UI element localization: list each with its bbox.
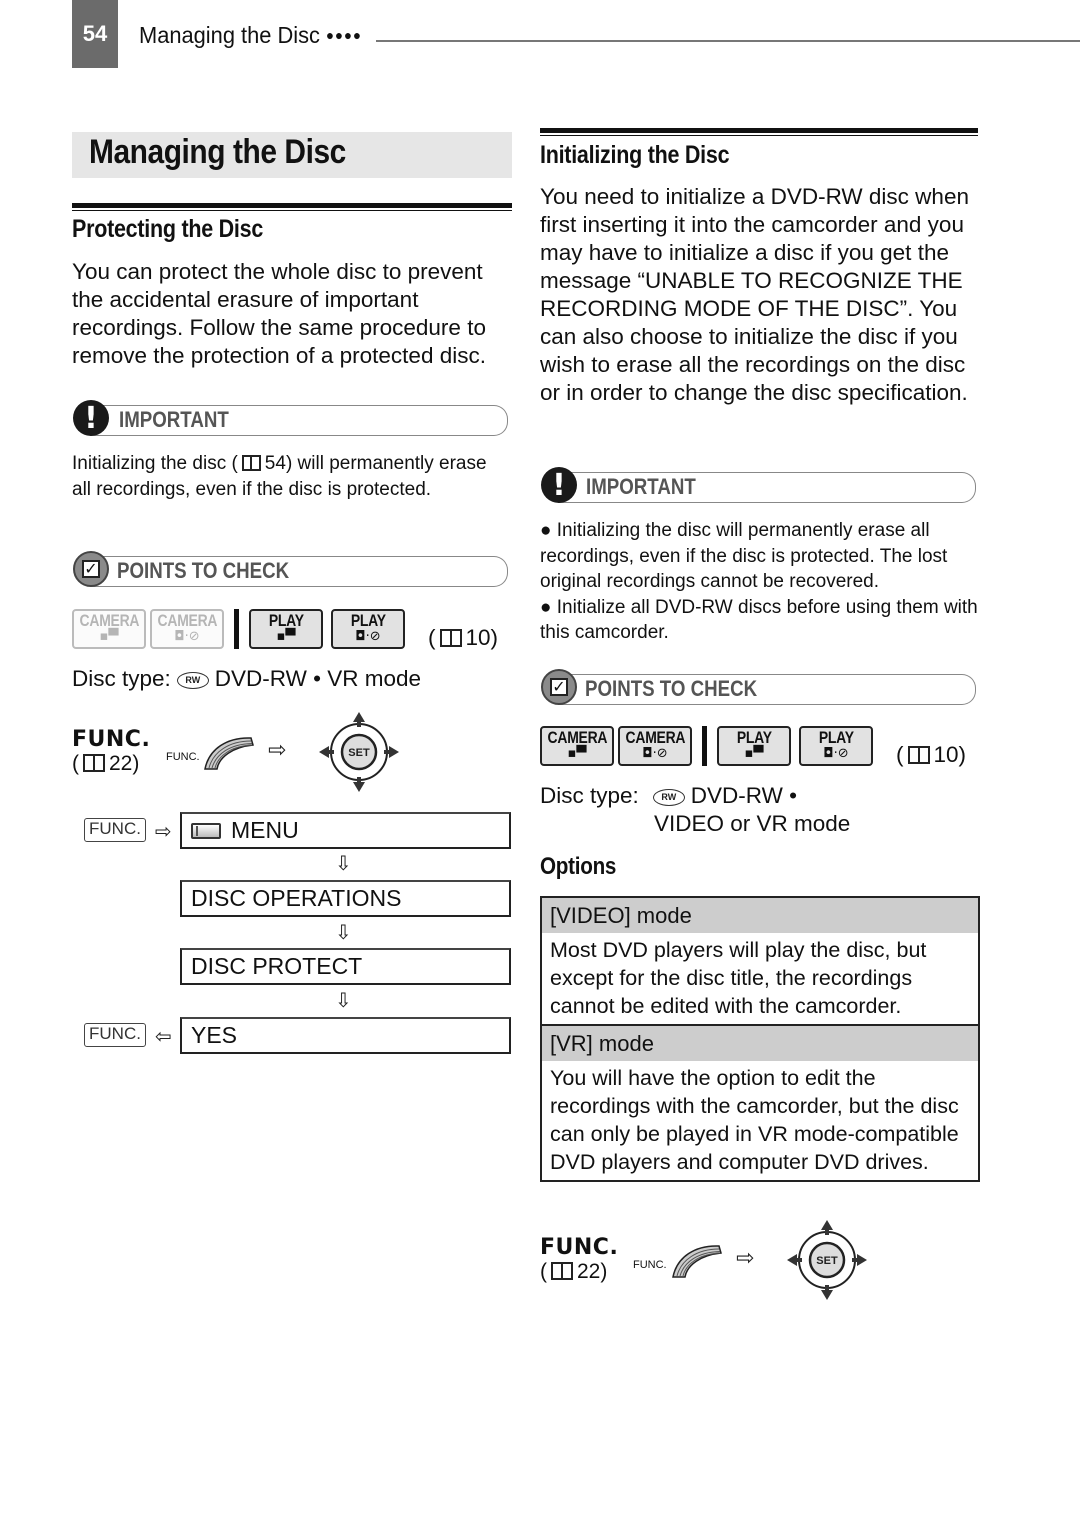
page-ref[interactable]: 54 xyxy=(265,453,286,474)
movie-camera-icon: ▪▀ xyxy=(567,746,587,761)
func-label: FUNC. xyxy=(72,727,151,752)
dvd-rw-icon: RW xyxy=(652,789,685,806)
protect-body: You can protect the whole disc to preven… xyxy=(72,259,486,368)
option-description: Most DVD players will play the disc, but… xyxy=(550,938,927,1018)
menu-step-menu[interactable]: MENU xyxy=(180,812,511,849)
mode-camera-movie: CAMERA ▪▀ xyxy=(540,726,614,766)
points-to-check-label: POINTS TO CHECK xyxy=(117,558,290,583)
func-page-ref[interactable]: (22) xyxy=(540,1260,607,1284)
mode-page-ref[interactable]: (10) xyxy=(428,625,498,651)
running-header: Managing the Disc ●●●● xyxy=(139,22,362,49)
mode-play-movie: PLAY ▪▀ xyxy=(717,726,791,766)
checkbox-icon: ✓ xyxy=(73,551,109,587)
left-arrow-icon: ⇦ xyxy=(155,1024,172,1048)
option-description: You will have the option to edit the rec… xyxy=(550,1066,959,1174)
down-arrow-icon: ⇩ xyxy=(335,988,352,1012)
exclamation-icon: ! xyxy=(541,467,577,503)
mode-selector: CAMERA ▪▀ CAMERA ◘·⊘ PLAY ▪▀ PLAY ◘·⊘ xyxy=(540,726,873,766)
mode-play-movie: PLAY ▪▀ xyxy=(249,609,323,649)
func-label: FUNC. xyxy=(540,1235,619,1260)
section-rule xyxy=(72,203,512,211)
bullet-item: ● Initialize all DVD-RW discs before usi… xyxy=(540,596,978,644)
book-icon xyxy=(439,629,462,647)
mode-selector: CAMERA ▪▀ CAMERA ◘·⊘ PLAY ▪▀ PLAY ◘·⊘ xyxy=(72,609,405,649)
mode-play-photo: PLAY ◘·⊘ xyxy=(799,726,873,766)
mode-camera-movie: CAMERA ▪▀ xyxy=(72,609,146,649)
exclamation-icon: ! xyxy=(73,400,109,436)
right-arrow-icon: ⇨ xyxy=(268,738,287,763)
initialize-body: You need to initialize a DVD-RW disc whe… xyxy=(540,184,969,405)
running-dots: ●●●● xyxy=(326,27,362,43)
disc-type-line2: VIDEO or VR mode xyxy=(654,811,851,836)
right-arrow-icon: ⇨ xyxy=(736,1246,755,1271)
down-arrow-icon: ⇩ xyxy=(335,851,352,875)
func-page-ref[interactable]: (22) xyxy=(72,752,139,776)
mode-separator xyxy=(234,609,239,649)
menu-step-disc-protect[interactable]: DISC PROTECT xyxy=(180,948,511,985)
set-label: SET xyxy=(816,1255,838,1267)
func-button-icon xyxy=(672,1245,722,1278)
right-arrow-icon: ⇨ xyxy=(155,819,172,843)
mode-play-photo: PLAY ◘·⊘ xyxy=(331,609,405,649)
book-icon xyxy=(907,746,930,764)
func-button-label: FUNC. xyxy=(633,1259,667,1271)
mode-camera-photo: CAMERA ◘·⊘ xyxy=(150,609,224,649)
important-label: IMPORTANT xyxy=(586,474,696,499)
option-name: [VIDEO] mode xyxy=(542,898,978,933)
important-bullets: ● Initializing the disc will permanently… xyxy=(540,518,980,646)
mode-page-ref[interactable]: (10) xyxy=(896,742,966,768)
bullet-icon: ● xyxy=(540,596,557,618)
section-heading-protect: Protecting the Disc xyxy=(72,215,264,243)
running-title: Managing the Disc xyxy=(139,22,320,48)
book-icon xyxy=(83,754,105,772)
movie-camera-icon: ▪▀ xyxy=(744,746,764,761)
points-to-check-label: POINTS TO CHECK xyxy=(585,676,758,701)
important-text: Initializing the disc (54) will permanen… xyxy=(72,453,487,500)
down-arrow-icon: ⇩ xyxy=(335,920,352,944)
menu-step-yes[interactable]: YES xyxy=(180,1017,511,1054)
photo-disc-icon: ◘·⊘ xyxy=(823,746,849,761)
func-button-label: FUNC. xyxy=(166,751,200,763)
page-title: Managing the Disc xyxy=(89,133,346,171)
func-button-icon xyxy=(204,737,254,770)
checkbox-icon: ✓ xyxy=(541,669,577,705)
option-name: [VR] mode xyxy=(542,1024,978,1061)
joystick-set-icon: SET xyxy=(319,712,399,792)
disc-type: Disc type: RW DVD-RW • VR mode xyxy=(72,666,422,691)
func-key[interactable]: FUNC. xyxy=(84,1023,146,1047)
book-icon xyxy=(241,455,261,471)
photo-disc-icon: ◘·⊘ xyxy=(355,629,381,644)
set-label: SET xyxy=(348,747,370,759)
section-rule xyxy=(540,128,978,136)
options-heading: Options xyxy=(540,853,617,880)
important-label: IMPORTANT xyxy=(119,407,229,432)
dvd-rw-icon: RW xyxy=(176,672,209,689)
book-icon xyxy=(551,1262,573,1280)
menu-icon xyxy=(191,823,221,839)
menu-step-disc-operations[interactable]: DISC OPERATIONS xyxy=(180,880,511,917)
section-heading-initialize: Initializing the Disc xyxy=(540,141,730,169)
movie-camera-icon: ▪▀ xyxy=(276,629,296,644)
movie-camera-icon: ▪▀ xyxy=(99,629,119,644)
joystick-set-icon: SET xyxy=(787,1220,867,1300)
disc-type: Disc type: RW DVD-RW • xyxy=(540,783,797,808)
mode-camera-photo: CAMERA ◘·⊘ xyxy=(618,726,692,766)
func-key[interactable]: FUNC. xyxy=(84,818,146,842)
page-number: 54 xyxy=(72,0,118,68)
photo-disc-icon: ◘·⊘ xyxy=(642,746,668,761)
bullet-icon: ● xyxy=(540,520,557,541)
options-table: [VIDEO] mode Most DVD players will play … xyxy=(540,896,980,1182)
header-rule xyxy=(376,40,1080,42)
mode-separator xyxy=(702,726,707,766)
photo-disc-icon: ◘·⊘ xyxy=(174,629,200,644)
bullet-item: ● Initializing the disc will permanently… xyxy=(540,520,948,592)
